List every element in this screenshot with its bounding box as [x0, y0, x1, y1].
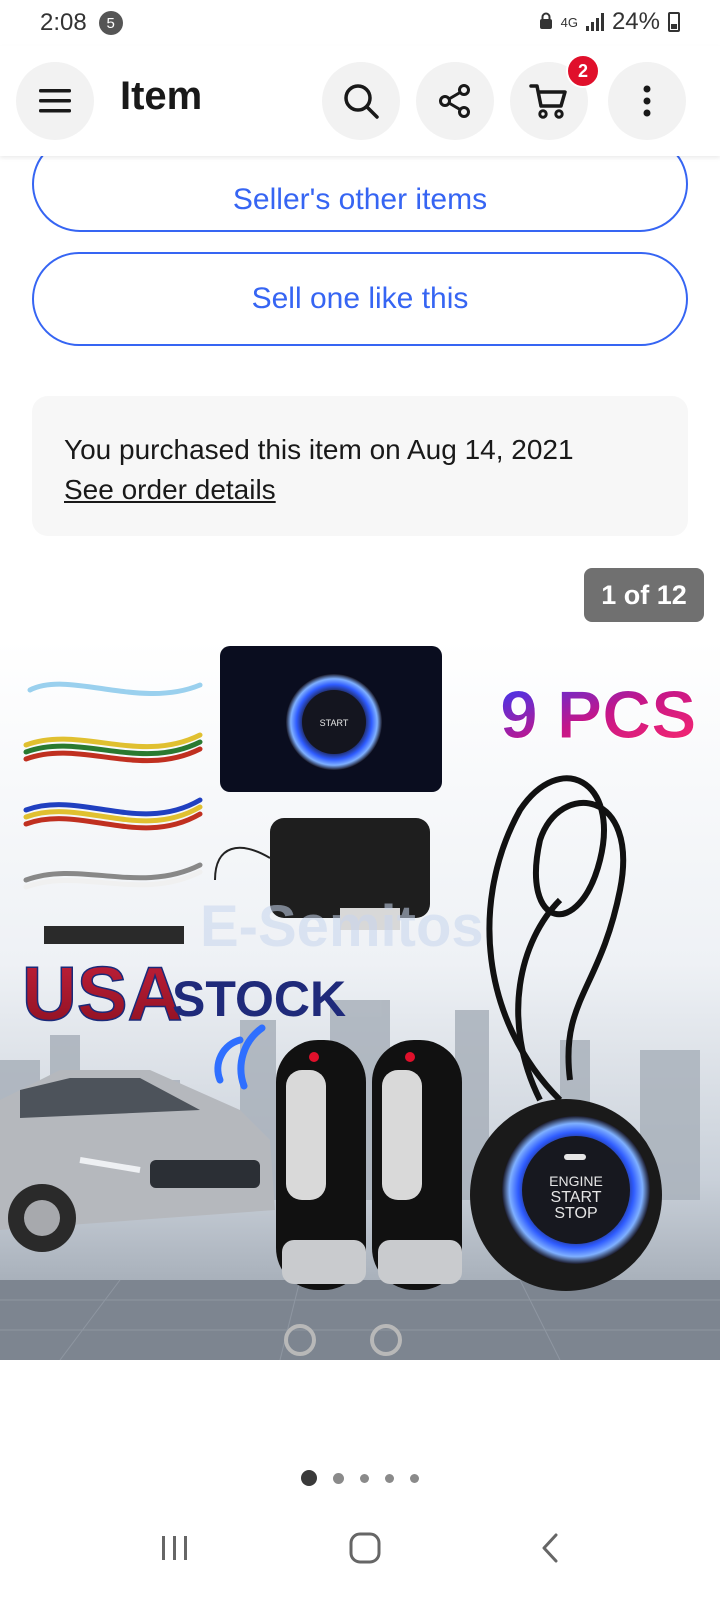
svg-text:START: START	[320, 718, 349, 728]
sellers-other-items-label: Seller's other items	[232, 183, 488, 216]
recents-icon[interactable]	[158, 1533, 192, 1568]
stock-text: STOCK	[172, 971, 346, 1027]
cart-icon	[529, 84, 567, 119]
image-pagination-dots	[0, 1470, 720, 1486]
back-icon[interactable]	[538, 1532, 562, 1569]
see-order-details-link[interactable]: See order details	[64, 470, 276, 510]
pcs-text: 9 PCS	[500, 677, 697, 753]
more-vertical-icon	[643, 85, 651, 117]
watermark-text: E-Semitos	[200, 894, 484, 959]
system-nav-bar	[0, 1500, 720, 1600]
menu-button[interactable]	[16, 62, 94, 140]
usa-text: USA	[22, 952, 182, 1037]
button-start-text: START	[551, 1189, 602, 1206]
search-button[interactable]	[322, 62, 400, 140]
app-header: Item 2	[0, 46, 720, 156]
cart-count-badge: 2	[566, 54, 600, 88]
network-type-label: 4G	[560, 14, 578, 30]
share-icon	[439, 84, 470, 118]
button-engine-text: ENGINE	[549, 1173, 603, 1189]
pagination-dot[interactable]	[410, 1473, 419, 1483]
status-right: 4G 24%	[539, 8, 680, 36]
status-bar: 2:08 5 4G 24%	[0, 0, 720, 46]
share-button[interactable]	[416, 62, 494, 140]
pagination-dot[interactable]	[333, 1472, 344, 1484]
home-icon[interactable]	[348, 1531, 382, 1570]
status-time: 2:08	[40, 9, 87, 36]
more-options-button[interactable]	[608, 62, 686, 140]
menu-icon	[39, 89, 71, 113]
sell-one-like-this-button[interactable]: Sell one like this	[32, 252, 688, 346]
signal-icon	[585, 13, 604, 31]
battery-percent: 24%	[611, 8, 660, 35]
search-icon	[344, 84, 379, 119]
battery-icon	[668, 12, 680, 32]
product-image[interactable]: START 9 PCS E-Semitos USA STOCK ENGINE S…	[0, 640, 720, 1360]
image-counter: 1 of 12	[584, 568, 704, 622]
sell-one-like-this-label: Sell one like this	[251, 282, 469, 315]
pagination-dot[interactable]	[360, 1473, 369, 1483]
button-stop-text: STOP	[554, 1205, 597, 1222]
purchase-date-text: You purchased this item on Aug 14, 2021	[64, 434, 574, 465]
page-title: Item	[120, 74, 203, 118]
notification-count-badge: 5	[98, 11, 123, 35]
pagination-dot-active[interactable]	[301, 1470, 317, 1486]
lock-icon	[539, 12, 553, 33]
purchase-info-card: You purchased this item on Aug 14, 2021 …	[32, 396, 688, 536]
pagination-dot[interactable]	[385, 1473, 394, 1483]
